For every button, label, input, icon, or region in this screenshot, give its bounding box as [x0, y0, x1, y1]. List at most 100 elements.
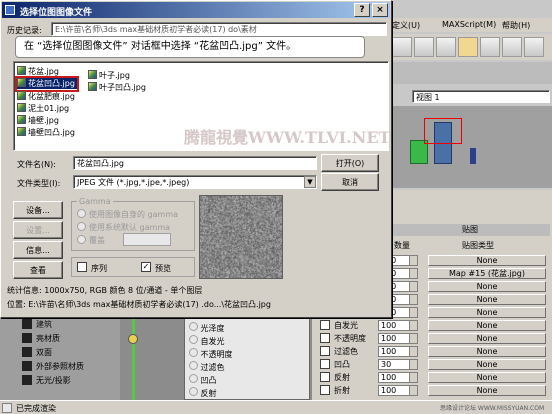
map-channel-label: 凹凸: [334, 359, 350, 370]
map-channel-label: 折射: [334, 385, 350, 396]
material-browser: 建筑 亮材质 双面 外部参照材质 无光/投影: [0, 314, 120, 400]
file-item[interactable]: 叶子凹凸.jpg: [88, 82, 146, 93]
sequence-label: 序列: [91, 263, 107, 274]
gamma-override-radio[interactable]: [77, 235, 86, 244]
file-list[interactable]: 花盆.jpg 花盆凹凸.jpg 化盆肥痕.jpg 泥土01.jpg 墙壁.jpg…: [13, 61, 389, 151]
node-slot[interactable]: 过滤色: [189, 361, 225, 373]
render-setup-icon[interactable]: [392, 37, 412, 57]
map-enable-checkbox[interactable]: [320, 372, 330, 382]
jpg-file-icon: [17, 66, 26, 75]
browser-item[interactable]: 无光/投影: [22, 374, 112, 386]
jpg-file-icon: [17, 127, 26, 136]
map-slot-button[interactable]: None: [428, 385, 546, 396]
gamma-system-radio[interactable]: [77, 222, 86, 231]
maps-header[interactable]: 贴图: [390, 224, 550, 236]
map-channel-label: 自发光: [334, 320, 358, 331]
render-icon[interactable]: [524, 37, 544, 57]
map-amount-spinner[interactable]: 100: [378, 346, 418, 357]
map-slot-button[interactable]: None: [428, 346, 546, 357]
gamma-own-radio[interactable]: [77, 209, 86, 218]
browser-item[interactable]: 亮材质: [22, 332, 112, 344]
viewport[interactable]: [390, 106, 552, 188]
map-slot-button[interactable]: None: [428, 255, 546, 266]
map-amount-spinner[interactable]: 100: [378, 333, 418, 344]
status-text: 已完成渲染: [16, 403, 56, 414]
map-row: 过滤色 100 None: [312, 345, 552, 358]
map-amount-spinner[interactable]: 100: [378, 320, 418, 331]
node-slot[interactable]: 反射: [189, 387, 217, 399]
menu-bar: 定义(U) MAXScript(M) 帮助(H): [390, 18, 552, 32]
map-amount-spinner[interactable]: 100: [378, 385, 418, 396]
map-enable-checkbox[interactable]: [320, 320, 330, 330]
node-slot[interactable]: 凹凸: [189, 374, 217, 386]
cancel-button[interactable]: 取消: [321, 173, 379, 191]
chevron-down-icon[interactable]: ▼: [304, 176, 316, 188]
map-enable-checkbox[interactable]: [320, 333, 330, 343]
map-slot-button[interactable]: None: [428, 281, 546, 292]
map-slot-button[interactable]: None: [428, 320, 546, 331]
map-amount-spinner[interactable]: 100: [378, 372, 418, 383]
col-amount: 数量: [394, 240, 410, 251]
browser-item[interactable]: 外部参照材质: [22, 360, 112, 372]
viewport-selection-box: [424, 118, 462, 144]
file-item[interactable]: 墙壁.jpg: [17, 115, 59, 126]
browser-item[interactable]: 建筑: [22, 318, 112, 330]
dialog-title-bar[interactable]: 选择位图图像文件 ? ×: [2, 2, 390, 18]
map-enable-checkbox[interactable]: [320, 346, 330, 356]
schematic-icon[interactable]: [436, 37, 456, 57]
menu-help[interactable]: 帮助(H): [502, 20, 530, 31]
file-item[interactable]: 墙壁凹凸.jpg: [17, 127, 75, 138]
gamma-override-spinner[interactable]: [123, 233, 171, 246]
map-slot-button[interactable]: None: [428, 372, 546, 383]
settings-button[interactable]: 设置...: [13, 221, 63, 239]
open-button[interactable]: 打开(O): [321, 154, 379, 172]
browser-item[interactable]: 双面: [22, 346, 112, 358]
map-row: 自发光 100 None: [312, 319, 552, 332]
filetype-select[interactable]: JPEG 文件 (*.jpg,*.jpe,*.jpeg) ▼: [73, 175, 317, 189]
view-button[interactable]: 查看: [13, 261, 63, 279]
map-row: 反射 100 None: [312, 371, 552, 384]
toolbar-strip: [390, 62, 552, 84]
map-slot-button[interactable]: None: [428, 333, 546, 344]
node-slot[interactable]: 光泽度: [189, 322, 225, 334]
close-button[interactable]: ×: [372, 3, 388, 17]
file-item[interactable]: 泥土01.jpg: [17, 103, 69, 114]
setup-button[interactable]: 设备...: [13, 201, 63, 219]
sequence-checkbox[interactable]: [77, 262, 87, 272]
material-editor-icon[interactable]: [414, 37, 434, 57]
active-material-icon[interactable]: [458, 37, 478, 57]
map-slot-button[interactable]: None: [428, 307, 546, 318]
history-select[interactable]: E:\许苗\名师\3ds max基础材质初学者必读(17) do\素材: [51, 22, 387, 36]
map-amount-spinner[interactable]: 30: [378, 359, 418, 370]
map-slot-button[interactable]: None: [428, 294, 546, 305]
map-slot-button[interactable]: Map #15 (花盆.jpg): [428, 268, 546, 279]
viewport-select[interactable]: 视图 1: [412, 90, 550, 103]
menu-maxscript[interactable]: MAXScript(M): [442, 20, 496, 29]
render-frame-icon[interactable]: [480, 37, 500, 57]
status-icon: [2, 403, 12, 413]
map-enable-checkbox[interactable]: [320, 359, 330, 369]
node-panel: 光泽度 自发光 不透明度 过滤色 凹凸 反射: [184, 318, 310, 400]
viewport-blue-bar: [470, 148, 476, 164]
options-group: [71, 257, 195, 277]
map-channel-label: 反射: [334, 372, 350, 383]
bump-map-preview: [199, 195, 283, 279]
teapot-icon[interactable]: [502, 37, 522, 57]
col-maptype: 贴图类型: [462, 240, 494, 251]
map-slot-button[interactable]: None: [428, 359, 546, 370]
node-view[interactable]: 光泽度 自发光 不透明度 过滤色 凹凸 反射: [120, 314, 312, 400]
map-enable-checkbox[interactable]: [320, 385, 330, 395]
select-bitmap-dialog: 选择位图图像文件 ? × 历史记录: E:\许苗\名师\3ds max基础材质初…: [0, 0, 392, 318]
preview-checkbox[interactable]: ✓: [141, 262, 151, 272]
help-button[interactable]: ?: [354, 3, 370, 17]
map-channel-label: 不透明度: [334, 333, 366, 344]
node-slot[interactable]: 不透明度: [189, 348, 233, 360]
menu-customize[interactable]: 定义(U): [392, 20, 420, 31]
info-button[interactable]: 信息...: [13, 241, 63, 259]
filename-field[interactable]: 花盆凹凸.jpg: [73, 156, 317, 170]
file-item[interactable]: 化盆肥痕.jpg: [17, 91, 75, 102]
node-slot[interactable]: 自发光: [189, 335, 225, 347]
jpg-file-icon: [17, 103, 26, 112]
jpg-file-icon: [88, 82, 97, 91]
file-item[interactable]: 叶子.jpg: [88, 70, 130, 81]
